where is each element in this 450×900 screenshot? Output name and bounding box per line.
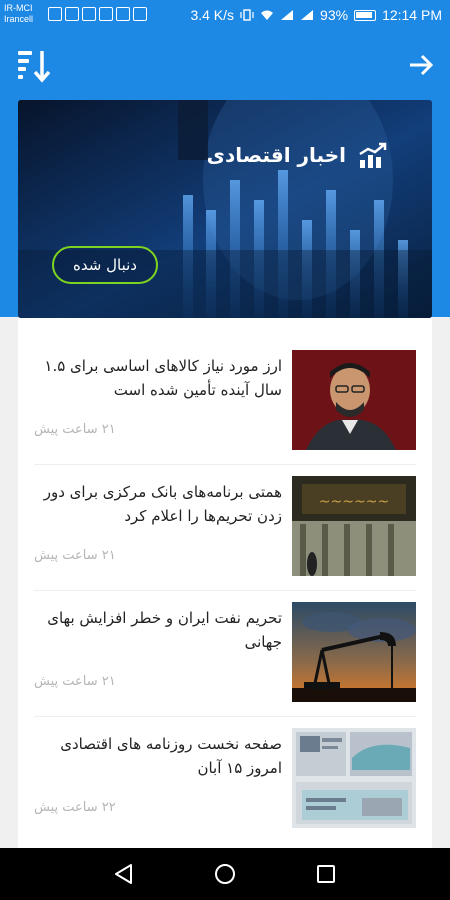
battery-icon	[354, 9, 377, 21]
vibrate-icon	[240, 9, 254, 21]
status-right: 3.4 K/s 93% 12:14 PM	[190, 7, 442, 23]
image-notification-icon	[116, 7, 130, 21]
wifi-icon	[261, 10, 274, 20]
carrier-line-1: IR-MCI	[4, 3, 33, 13]
news-item[interactable]: صفحه نخست روزنامه های اقتصادی امروز ۱۵ آ…	[18, 696, 432, 828]
news-thumbnail	[292, 602, 416, 702]
carrier-label: IR-MCI Irancell	[4, 3, 33, 25]
signal-icon	[281, 10, 294, 20]
follow-button[interactable]: دنبال شده	[52, 246, 158, 284]
news-thumbnail	[292, 350, 416, 450]
back-triangle-icon[interactable]	[112, 862, 136, 886]
news-title: همتی برنامه‌های بانک مرکزی برای دور زدن …	[43, 483, 282, 525]
status-bar: IR-MCI Irancell 3.4 K/s 93% 12:14 PM	[0, 0, 450, 33]
system-nav-bar	[0, 848, 450, 900]
news-time: ۲۱ ساعت پیش	[34, 422, 116, 437]
recents-square-icon[interactable]	[314, 862, 338, 886]
news-thumbnail	[292, 728, 416, 828]
news-time: ۲۲ ساعت پیش	[34, 800, 116, 815]
message-notification-icon	[82, 7, 96, 21]
news-title: صفحه نخست روزنامه های اقتصادی امروز ۱۵ آ…	[60, 735, 282, 777]
chart-trend-icon	[359, 142, 387, 168]
network-speed: 3.4 K/s	[190, 7, 235, 23]
news-thumbnail: ~~~~~~	[292, 476, 416, 576]
mail-notification-icon	[99, 7, 113, 21]
news-item[interactable]: ارز مورد نیاز کالاهای اساسی برای ۱.۵ سال…	[18, 318, 432, 450]
arrow-forward-icon[interactable]	[406, 50, 436, 80]
photo-notification-icon	[65, 7, 79, 21]
bag-notification-icon	[133, 7, 147, 21]
sort-descending-icon[interactable]	[16, 47, 54, 85]
hero-background-image	[18, 100, 432, 318]
clock: 12:14 PM	[382, 7, 442, 23]
category-title: اخبار اقتصادی	[206, 143, 346, 167]
category-hero: اخبار اقتصادی دنبال شده	[18, 100, 432, 318]
news-item[interactable]: تحریم نفت ایران و خطر افزایش بهای جهانی …	[18, 570, 432, 702]
battery-percent: 93%	[320, 7, 349, 23]
news-title: تحریم نفت ایران و خطر افزایش بهای جهانی	[47, 609, 282, 651]
news-item[interactable]: ~~~~~~ همتی برنامه‌های بانک مرکزی برای د…	[18, 444, 432, 576]
app-notification-icon	[48, 7, 62, 21]
notification-icons	[48, 7, 147, 21]
news-list: ارز مورد نیاز کالاهای اساسی برای ۱.۵ سال…	[18, 318, 432, 848]
app-bar	[0, 33, 450, 95]
home-circle-icon[interactable]	[213, 862, 237, 886]
carrier-line-2: Irancell	[4, 14, 34, 24]
news-time: ۲۱ ساعت پیش	[34, 548, 116, 563]
news-time: ۲۱ ساعت پیش	[34, 674, 116, 689]
svg-text:~~~~~~: ~~~~~~	[319, 494, 389, 510]
signal-2-icon	[301, 10, 314, 20]
news-title: ارز مورد نیاز کالاهای اساسی برای ۱.۵ سال…	[44, 357, 282, 399]
